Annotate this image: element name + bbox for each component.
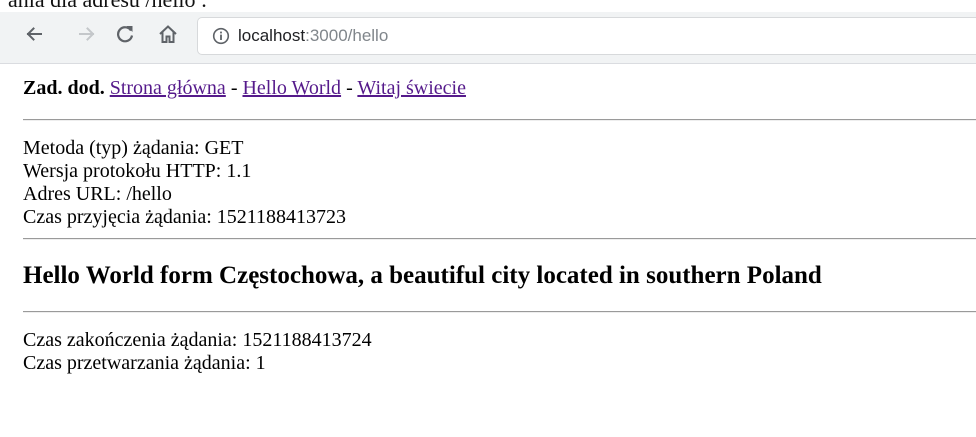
home-icon <box>159 25 177 43</box>
info-icon[interactable] <box>212 27 230 45</box>
request-method: Metoda (typ) żądania: GET <box>23 137 244 159</box>
reload-icon <box>117 26 134 43</box>
forward-button[interactable] <box>73 20 101 48</box>
divider <box>23 119 976 121</box>
timing-info: Czas zakończenia żądania: 1521188413724 … <box>23 329 976 375</box>
browser-toolbar: localhost:3000/hello <box>0 12 976 64</box>
url-host: localhost <box>238 26 306 45</box>
page-heading: Hello World form Częstochowa, a beautifu… <box>23 262 822 289</box>
request-url: Adres URL: /hello <box>23 183 172 205</box>
url-text: localhost:3000/hello <box>238 26 388 46</box>
page-content: Zad. dod. Strona główna - Hello World - … <box>23 77 976 375</box>
request-end-time: Czas zakończenia żądania: 1521188413724 <box>23 329 372 351</box>
forward-arrow-icon <box>79 27 95 41</box>
processing-time: Czas przetwarzania żądania: 1 <box>23 352 266 374</box>
nav-links: Zad. dod. Strona główna - Hello World - … <box>23 77 976 100</box>
link-hello-world[interactable]: Hello World <box>242 77 341 99</box>
nav-label: Zad. dod. <box>23 77 105 99</box>
back-arrow-icon <box>26 27 42 41</box>
request-start-time: Czas przyjęcia żądania: 1521188413723 <box>23 206 347 228</box>
divider <box>23 311 976 313</box>
link-witaj-swiecie[interactable]: Witaj świecie <box>357 77 466 99</box>
home-button[interactable] <box>154 20 182 48</box>
divider <box>23 238 976 240</box>
address-bar[interactable]: localhost:3000/hello <box>198 18 976 54</box>
link-strona-glowna[interactable]: Strona główna <box>110 77 226 99</box>
request-info: Metoda (typ) żądania: GET Wersja protoko… <box>23 137 976 229</box>
back-button[interactable] <box>20 20 48 48</box>
nav-separator: - <box>346 77 353 99</box>
reload-button[interactable] <box>111 20 139 48</box>
url-path: :3000/hello <box>305 26 389 45</box>
http-version: Wersja protokołu HTTP: 1.1 <box>23 160 252 182</box>
nav-separator: - <box>230 77 238 99</box>
